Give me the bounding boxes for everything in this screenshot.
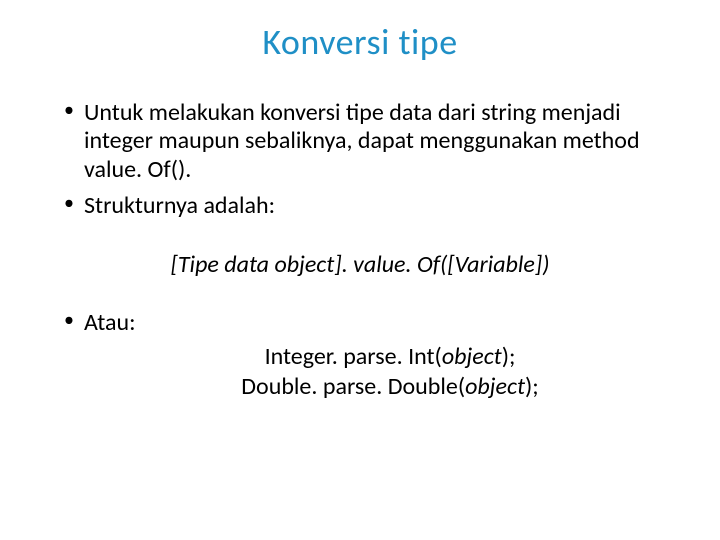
parse-double-prefix: Double. parse. Double( xyxy=(241,372,465,401)
bullet-item-atau: Atau: xyxy=(60,309,660,337)
bullet-list-main: Untuk melakukan konversi tipe data dari … xyxy=(60,99,660,220)
parse-double-suffix: ); xyxy=(525,372,539,401)
bullet-item-2: Strukturnya adalah: xyxy=(60,192,660,220)
parse-int-prefix: Integer. parse. Int( xyxy=(265,342,442,371)
slide-title: Konversi tipe xyxy=(60,20,660,64)
parse-int-line: Integer. parse. Int(object); xyxy=(120,342,660,372)
parse-double-arg: object xyxy=(465,372,525,401)
bullet-list-atau: Atau: xyxy=(60,309,660,337)
parse-int-suffix: ); xyxy=(502,342,516,371)
parse-int-arg: object xyxy=(442,342,502,371)
parse-examples: Integer. parse. Int(object); Double. par… xyxy=(120,342,660,402)
code-structure-line: [Tipe data object]. value. Of([Variable]… xyxy=(60,250,660,279)
bullet-item-1: Untuk melakukan konversi tipe data dari … xyxy=(60,99,660,184)
parse-double-line: Double. parse. Double(object); xyxy=(120,372,660,402)
